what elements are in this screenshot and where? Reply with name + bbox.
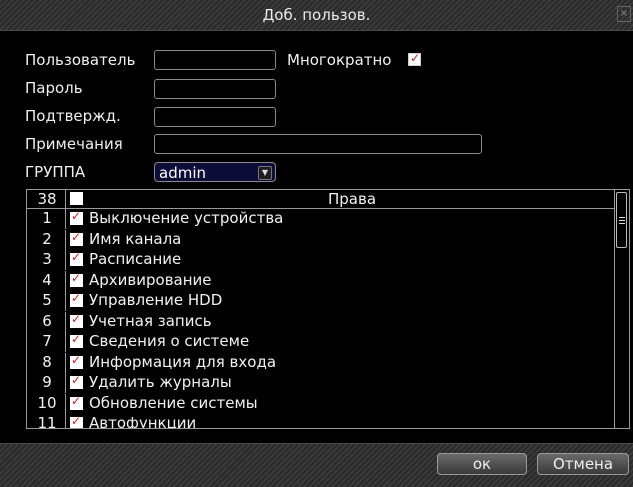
- right-label: Архивирование: [89, 270, 212, 289]
- table-row[interactable]: 9 ✓ Удалить журналы: [27, 373, 617, 393]
- checkmark-icon: ✓: [71, 352, 82, 367]
- right-checkbox[interactable]: ✓: [70, 311, 83, 328]
- right-label: Обновление системы: [89, 393, 258, 412]
- column-divider: [65, 229, 66, 250]
- column-divider: [65, 332, 66, 352]
- row-number: 2: [42, 229, 52, 248]
- checkmark-icon: ✓: [71, 311, 82, 326]
- checkmark-icon: ✓: [71, 250, 82, 264]
- row-number: 10: [37, 393, 57, 412]
- row-number: 5: [42, 291, 52, 309]
- table-row[interactable]: 10 ✓ Обновление системы: [27, 393, 617, 414]
- column-divider: [65, 209, 66, 229]
- checkmark-icon: ✓: [71, 209, 82, 223]
- right-checkbox[interactable]: ✓: [70, 373, 83, 389]
- column-divider: [65, 250, 66, 270]
- rights-column-header: Права: [327, 190, 377, 208]
- column-divider: [65, 270, 66, 291]
- table-row[interactable]: 7 ✓ Сведения о системе: [27, 332, 617, 352]
- checkmark-icon: ✓: [71, 291, 82, 305]
- right-label: Сведения о системе: [89, 332, 250, 350]
- multi-login-label: Многократно: [287, 51, 392, 69]
- right-checkbox[interactable]: ✓: [70, 270, 83, 287]
- right-label: Управление HDD: [89, 291, 223, 309]
- column-divider: [65, 291, 66, 311]
- checkmark-icon: ✓: [71, 393, 82, 408]
- ok-button[interactable]: ок: [437, 453, 527, 475]
- right-checkbox[interactable]: ✓: [70, 229, 83, 246]
- right-checkbox[interactable]: ✓: [70, 209, 83, 225]
- multi-login-checkbox[interactable]: ✓: [408, 51, 421, 66]
- table-row[interactable]: 11 ✓ Автофункции: [27, 414, 617, 429]
- right-label: Имя канала: [89, 229, 182, 248]
- password-input[interactable]: [154, 79, 276, 99]
- table-row[interactable]: 5 ✓ Управление HDD: [27, 291, 617, 311]
- row-number: 4: [42, 270, 52, 289]
- checkmark-icon: ✓: [71, 229, 82, 244]
- row-number: 3: [42, 250, 52, 268]
- rights-table: 38 Права 1 ✓ Выключение устройства 2 ✓ Имя ка…: [26, 189, 630, 429]
- cancel-button[interactable]: Отмена: [537, 453, 629, 475]
- row-number: 9: [42, 373, 52, 391]
- table-row[interactable]: 8 ✓ Информация для входа: [27, 352, 617, 373]
- add-user-dialog: Доб. пользов. × Пользователь Многократно…: [0, 0, 633, 487]
- checkmark-icon: ✓: [71, 373, 82, 387]
- group-select-value: admin: [159, 164, 206, 182]
- checkmark-icon: ✓: [71, 332, 82, 346]
- right-label: Расписание: [89, 250, 182, 268]
- password-label: Пароль: [25, 79, 83, 97]
- confirm-label: Подтвержд.: [25, 107, 121, 125]
- column-divider: [65, 311, 66, 332]
- checkmark-icon: ✓: [410, 51, 421, 65]
- row-number: 1: [42, 209, 52, 227]
- user-label: Пользователь: [25, 51, 136, 69]
- row-number: 7: [42, 332, 52, 350]
- dialog-title: Доб. пользов.: [262, 6, 371, 24]
- table-row[interactable]: 2 ✓ Имя канала: [27, 229, 617, 250]
- chevron-down-icon[interactable]: ▼: [258, 166, 272, 180]
- notes-input[interactable]: [154, 134, 482, 154]
- rights-count: 38: [37, 190, 57, 208]
- notes-label: Примечания: [25, 135, 123, 153]
- row-number: 6: [42, 311, 52, 330]
- checkmark-icon: ✓: [71, 270, 82, 285]
- rights-table-header: 38 Права: [27, 190, 617, 209]
- right-checkbox[interactable]: ✓: [70, 393, 83, 410]
- column-divider: [65, 373, 66, 393]
- table-row[interactable]: 6 ✓ Учетная запись: [27, 311, 617, 332]
- row-number: 11: [37, 414, 57, 429]
- right-label: Информация для входа: [89, 352, 277, 371]
- right-label: Выключение устройства: [89, 209, 284, 227]
- column-divider: [65, 393, 66, 414]
- right-checkbox[interactable]: ✓: [70, 250, 83, 266]
- right-checkbox[interactable]: ✓: [70, 414, 83, 428]
- right-checkbox[interactable]: ✓: [70, 291, 83, 307]
- title-bar: Доб. пользов. ×: [0, 0, 633, 31]
- right-label: Удалить журналы: [89, 373, 232, 391]
- column-divider: [65, 190, 66, 208]
- group-select[interactable]: admin ▼: [154, 162, 276, 182]
- right-checkbox[interactable]: ✓: [70, 332, 83, 348]
- row-number: 8: [42, 352, 52, 371]
- scrollbar[interactable]: [614, 190, 629, 428]
- select-all-checkbox[interactable]: [70, 192, 83, 205]
- right-checkbox[interactable]: ✓: [70, 352, 83, 369]
- user-input[interactable]: [154, 50, 276, 70]
- table-row[interactable]: 4 ✓ Архивирование: [27, 270, 617, 291]
- group-label: ГРУППА: [25, 163, 86, 181]
- column-divider: [65, 414, 66, 428]
- table-row[interactable]: 3 ✓ Расписание: [27, 250, 617, 270]
- column-divider: [65, 352, 66, 373]
- scrollbar-thumb[interactable]: [616, 192, 627, 248]
- checkmark-icon: ✓: [71, 414, 82, 428]
- right-label: Автофункции: [89, 414, 197, 429]
- table-row[interactable]: 1 ✓ Выключение устройства: [27, 209, 617, 229]
- close-icon[interactable]: ×: [617, 6, 631, 22]
- dialog-footer: ок Отмена: [0, 443, 633, 487]
- right-label: Учетная запись: [89, 311, 212, 330]
- confirm-input[interactable]: [154, 107, 276, 127]
